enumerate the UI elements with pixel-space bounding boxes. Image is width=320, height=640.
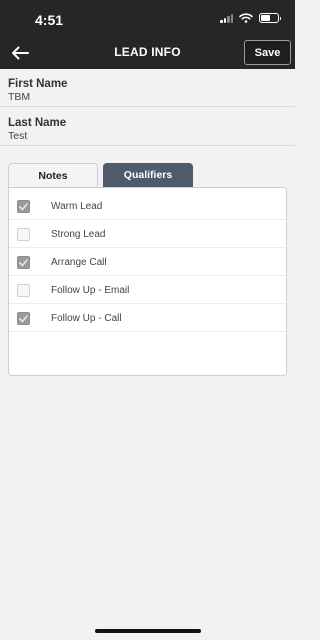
first-name-value: TBM: [8, 91, 31, 103]
tab-notes[interactable]: Notes: [8, 163, 98, 187]
checkmark-icon: [19, 258, 28, 266]
last-name-value: Test: [8, 130, 28, 142]
status-time: 4:51: [35, 12, 64, 28]
qualifier-label: Follow Up - Email: [51, 285, 130, 296]
status-bar: 4:51: [0, 0, 295, 37]
qualifier-row[interactable]: Strong Lead: [9, 220, 286, 248]
battery-icon: [259, 13, 281, 23]
qualifier-label: Strong Lead: [51, 229, 106, 240]
qualifier-checkbox[interactable]: [17, 228, 30, 241]
checkmark-icon: [19, 202, 28, 210]
first-name-field[interactable]: First Name TBM: [0, 69, 295, 107]
checkmark-icon: [19, 314, 28, 322]
qualifier-label: Warm Lead: [51, 201, 103, 212]
qualifier-row[interactable]: Arrange Call: [9, 248, 286, 276]
first-name-label: First Name: [8, 78, 68, 90]
qualifier-checkbox[interactable]: [17, 200, 30, 213]
qualifiers-panel: Warm Lead Strong Lead Arrange Call Follo…: [8, 187, 287, 376]
last-name-field[interactable]: Last Name Test: [0, 108, 295, 146]
home-indicator: [95, 629, 201, 633]
qualifier-checkbox[interactable]: [17, 256, 30, 269]
qualifier-row[interactable]: Warm Lead: [9, 192, 286, 220]
status-icons: [220, 13, 281, 23]
last-name-label: Last Name: [8, 117, 67, 129]
qualifier-checkbox[interactable]: [17, 284, 30, 297]
wifi-icon: [239, 13, 253, 23]
qualifier-label: Arrange Call: [51, 257, 107, 268]
qualifier-checkbox[interactable]: [17, 312, 30, 325]
qualifier-row[interactable]: Follow Up - Email: [9, 276, 286, 304]
tab-qualifiers[interactable]: Qualifiers: [103, 163, 193, 187]
qualifier-row[interactable]: Follow Up - Call: [9, 304, 286, 332]
qualifier-label: Follow Up - Call: [51, 313, 122, 324]
nav-bar: LEAD INFO Save: [0, 37, 295, 69]
signal-icon: [220, 13, 233, 23]
save-button[interactable]: Save: [244, 40, 291, 65]
